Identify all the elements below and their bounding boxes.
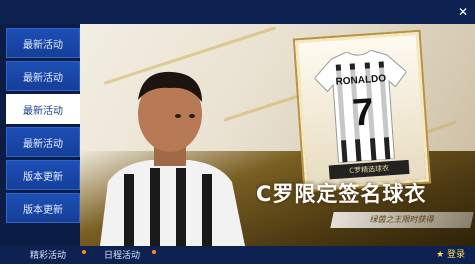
tab-schedule[interactable]: 日程活动: [104, 249, 140, 263]
sidebar-item-event-4[interactable]: 最新活动: [6, 127, 80, 157]
player-illustration: [100, 71, 245, 246]
event-banner[interactable]: RONALDO 7 C罗精选球衣 C罗限定签名球衣 绿茵之王限时获得: [80, 24, 475, 246]
sidebar-item-update-1[interactable]: 版本更新: [6, 160, 80, 190]
sidebar: 最新活动 最新活动 最新活动 最新活动 版本更新 版本更新: [6, 28, 80, 246]
event-title: C罗限定签名球衣: [256, 182, 427, 206]
login-button[interactable]: ★ 登录: [436, 248, 465, 262]
notice-window: ✕ 最新活动 最新活动 最新活动 最新活动 版本更新 版本更新 RONALDO …: [0, 0, 475, 264]
sidebar-item-event-3[interactable]: 最新活动: [6, 94, 80, 124]
jersey-number-label: 7: [351, 91, 375, 134]
card-caption: C罗精选球衣: [328, 159, 410, 180]
title-bar: ✕: [0, 0, 475, 24]
jersey-card: RONALDO 7 C罗精选球衣: [294, 31, 430, 191]
event-subtitle: 绿茵之王限时获得: [330, 212, 474, 228]
bottom-bar: 精彩活动 日程活动 ★ 登录: [0, 246, 475, 264]
notification-dot-icon: [152, 250, 156, 254]
tab-events[interactable]: 精彩活动: [30, 249, 66, 263]
notification-dot-icon: [82, 250, 86, 254]
close-icon[interactable]: ✕: [457, 6, 469, 18]
sidebar-item-event-2[interactable]: 最新活动: [6, 61, 80, 91]
sidebar-item-event-1[interactable]: 最新活动: [6, 28, 80, 58]
sidebar-item-update-2[interactable]: 版本更新: [6, 193, 80, 223]
jersey-icon: RONALDO 7: [313, 49, 408, 164]
